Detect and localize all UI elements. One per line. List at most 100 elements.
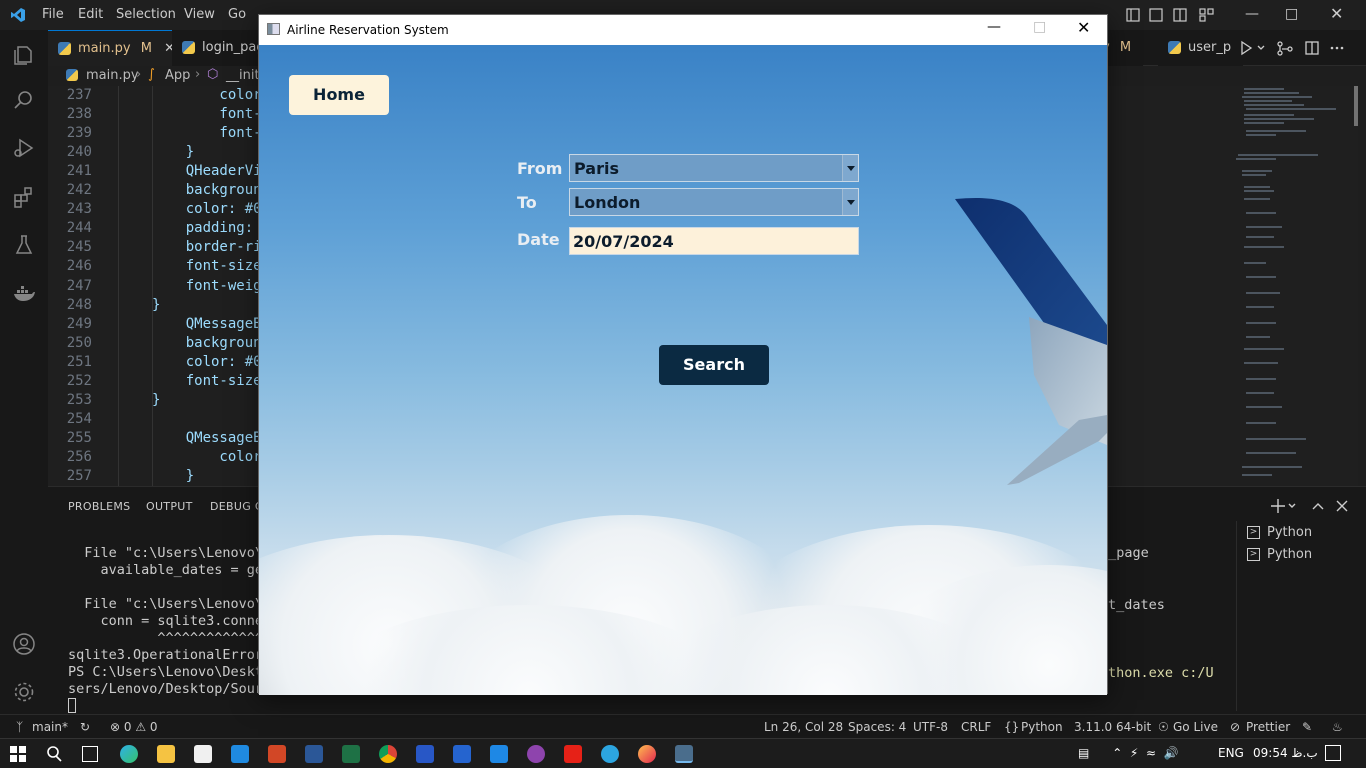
airline-app-window: Airline Reservation System — □ ✕ Home Fr… (258, 14, 1108, 695)
code-line: backgroun (152, 334, 262, 351)
tab-label: login_pag (202, 40, 265, 55)
line-number: 242 (66, 182, 92, 199)
mail-icon[interactable] (231, 745, 249, 763)
code-line: } (152, 468, 195, 484)
tab-output[interactable]: OUTPUT (146, 500, 193, 513)
code-line: font-size (152, 372, 262, 389)
chevron-down-icon[interactable] (842, 155, 858, 181)
firefox-icon[interactable] (638, 745, 656, 763)
account-icon[interactable] (12, 632, 36, 656)
sync-icon[interactable]: ↻ (80, 720, 90, 734)
terminal-line: ^^^^^^^^^^^^^ (68, 630, 264, 646)
line-number: 245 (66, 239, 92, 256)
tab-main-py[interactable]: main.py M ✕ (48, 30, 187, 66)
app-maximize-icon[interactable]: □ (1033, 19, 1046, 35)
line-number: 237 (66, 87, 92, 103)
excel-icon[interactable] (342, 745, 360, 763)
vscode-maximize-icon[interactable]: □ (1285, 6, 1298, 22)
date-input[interactable]: 20/07/2024 (569, 227, 859, 255)
code-line: padding: (152, 220, 254, 237)
terminal-line: available_dates = ge (68, 562, 264, 578)
status-interpreter[interactable]: 3.11.0 64-bit (1074, 720, 1151, 734)
search-icon[interactable] (45, 745, 63, 763)
home-button[interactable]: Home (289, 75, 389, 115)
menu-edit[interactable]: Edit (78, 7, 103, 22)
from-label: From (517, 159, 563, 178)
tray-icons[interactable]: ▤ ⌃ ⚡ ≈ 🔊 (1078, 746, 1179, 760)
code-line: } (152, 296, 161, 313)
windows-start-icon[interactable] (10, 746, 26, 762)
youtube-icon[interactable] (564, 745, 582, 763)
telegram-icon[interactable] (601, 745, 619, 763)
from-select[interactable]: Paris (569, 154, 859, 182)
menu-go[interactable]: Go (228, 7, 246, 22)
settings-gear-icon[interactable] (12, 680, 36, 704)
terminal-item[interactable]: Python (1267, 547, 1312, 562)
app-title: Airline Reservation System (287, 23, 449, 37)
status-spaces[interactable]: Spaces: 4 (848, 720, 906, 734)
status-branch[interactable]: main* (32, 720, 68, 734)
line-number: 247 (66, 277, 92, 294)
python-app-icon[interactable] (675, 745, 693, 763)
tray-language[interactable]: ENG (1218, 746, 1244, 760)
status-problems[interactable]: ⊗ 0 ⚠ 0 (110, 720, 158, 734)
status-language[interactable]: Python (1021, 720, 1063, 734)
extensions-icon[interactable] (12, 185, 36, 209)
edge-icon[interactable] (120, 745, 138, 763)
breadcrumb-class[interactable]: App (165, 68, 190, 83)
notifications-bell-icon[interactable]: ♨ (1332, 720, 1343, 734)
braces-icon: {} (1004, 720, 1020, 734)
app-window-icon (267, 23, 280, 35)
panel-actions[interactable] (1270, 498, 1362, 514)
status-golive[interactable]: Go Live (1173, 720, 1218, 734)
from-value: Paris (574, 159, 619, 178)
code-line: QHeaderVi (152, 163, 262, 180)
status-position[interactable]: Ln 26, Col 28 (764, 720, 843, 734)
powerpoint-icon[interactable] (268, 745, 286, 763)
activity-bar (0, 30, 48, 714)
search-icon[interactable] (12, 88, 36, 112)
task-view-icon[interactable] (82, 746, 98, 762)
app-icon[interactable] (527, 745, 545, 763)
layout-icons[interactable] (1126, 8, 1216, 22)
notifications-icon[interactable] (1325, 745, 1341, 761)
docker-icon[interactable] (12, 282, 36, 306)
breadcrumb-file[interactable]: main.py (86, 68, 139, 83)
testing-icon[interactable] (12, 233, 36, 257)
tab-user-page[interactable]: user_p (1158, 30, 1244, 66)
terminal-cursor (68, 698, 76, 713)
run-debug-icon[interactable] (12, 136, 36, 160)
line-number: 250 (66, 334, 92, 351)
app-minimize-icon[interactable]: — (987, 19, 1001, 35)
status-prettier[interactable]: Prettier (1246, 720, 1290, 734)
code-line: font- (152, 106, 262, 123)
word-icon[interactable] (305, 745, 323, 763)
explorer-icon[interactable] (12, 43, 36, 67)
prettier-icon: ⊘ (1230, 720, 1241, 734)
editor-actions[interactable] (1238, 40, 1348, 56)
vscode-taskbar-icon[interactable] (490, 745, 508, 763)
minimap[interactable] (1228, 86, 1358, 486)
tray-clock[interactable]: 09:54 ب.ظ (1253, 746, 1318, 760)
python-file-icon (58, 42, 71, 55)
vscode-close-icon[interactable]: ✕ (1330, 4, 1343, 23)
chevron-down-icon[interactable] (842, 189, 858, 215)
file-explorer-icon[interactable] (157, 745, 175, 763)
search-button[interactable]: Search (659, 345, 769, 385)
store-icon[interactable] (194, 745, 212, 763)
todo-icon[interactable] (453, 745, 471, 763)
to-select[interactable]: London (569, 188, 859, 216)
feedback-icon[interactable]: ✎ (1302, 720, 1312, 734)
menu-selection[interactable]: Selection (116, 7, 176, 22)
vscode-minimize-icon[interactable]: — (1245, 6, 1259, 22)
chrome-icon[interactable] (379, 745, 397, 763)
status-eol[interactable]: CRLF (961, 720, 991, 734)
app-close-icon[interactable]: ✕ (1077, 18, 1090, 37)
terminal-item[interactable]: Python (1267, 525, 1312, 540)
tab-problems[interactable]: PROBLEMS (68, 500, 130, 513)
menu-view[interactable]: View (184, 7, 215, 22)
menu-file[interactable]: File (42, 7, 64, 22)
app-icon[interactable] (416, 745, 434, 763)
code-line: color: #0 (152, 201, 262, 218)
status-encoding[interactable]: UTF-8 (913, 720, 948, 734)
